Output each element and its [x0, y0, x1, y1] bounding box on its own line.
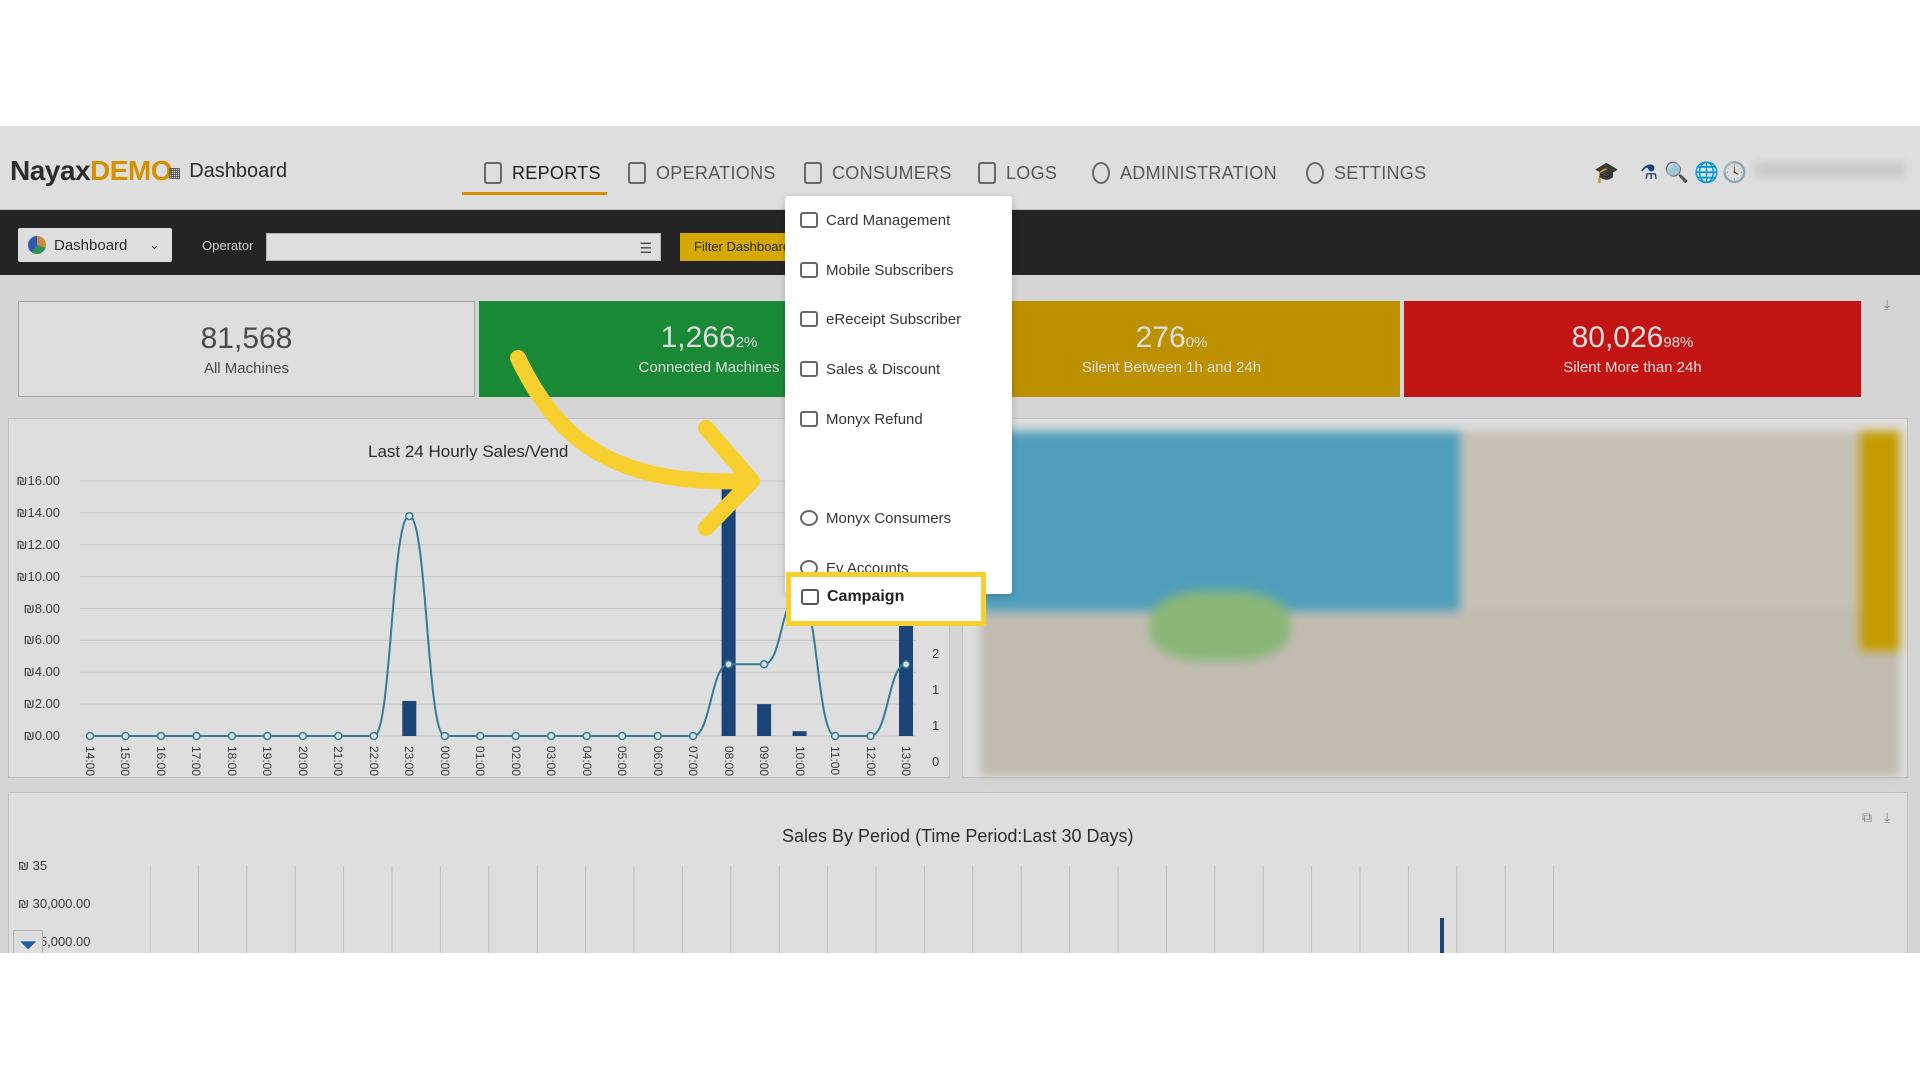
screenshot-frame: NayaxDEMO ▦ Dashboard REPORTS OPERATIONS … [0, 126, 1920, 953]
pointer-arrow [510, 350, 760, 536]
